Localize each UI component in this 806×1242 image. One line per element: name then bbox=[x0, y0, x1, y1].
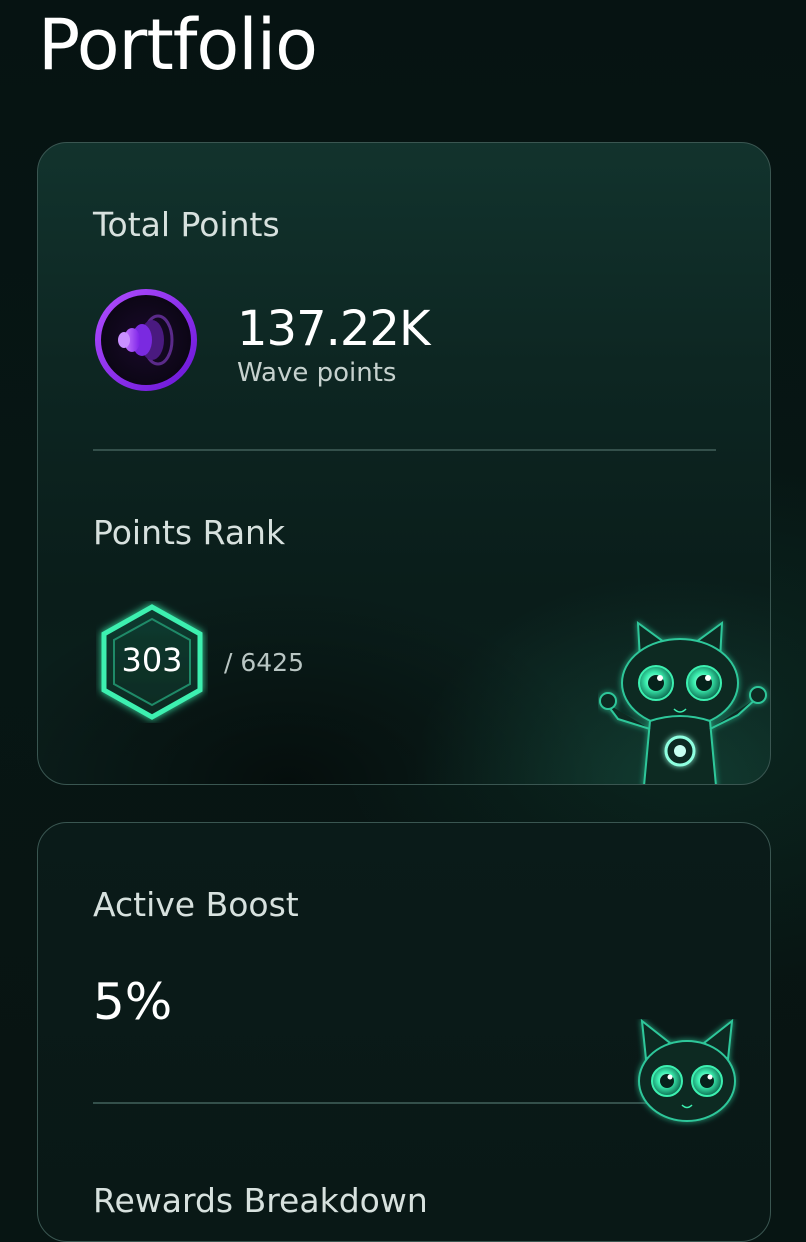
points-rank-label: Points Rank bbox=[93, 513, 286, 552]
portfolio-page: Portfolio Total Points 137.22K Wave poin… bbox=[0, 0, 806, 1242]
points-card: Total Points 137.22K Wave points Points … bbox=[37, 142, 771, 785]
rank-value: 303 bbox=[121, 641, 183, 679]
total-points-unit: Wave points bbox=[237, 358, 397, 388]
divider bbox=[93, 449, 716, 451]
cat-mascot-icon bbox=[638, 1019, 736, 1122]
total-points-label: Total Points bbox=[93, 205, 280, 244]
divider bbox=[93, 1102, 716, 1104]
total-points-value: 137.22K bbox=[237, 301, 430, 357]
wave-points-icon bbox=[95, 289, 197, 391]
page-title: Portfolio bbox=[38, 4, 318, 86]
rewards-breakdown-label: Rewards Breakdown bbox=[93, 1181, 428, 1220]
robot-cat-mascot-icon bbox=[599, 620, 767, 784]
active-boost-label: Active Boost bbox=[93, 885, 299, 924]
boost-card: Active Boost 5% Rewards Breakdown bbox=[37, 822, 771, 1242]
active-boost-value: 5% bbox=[93, 973, 173, 1031]
rank-total: / 6425 bbox=[224, 648, 304, 677]
